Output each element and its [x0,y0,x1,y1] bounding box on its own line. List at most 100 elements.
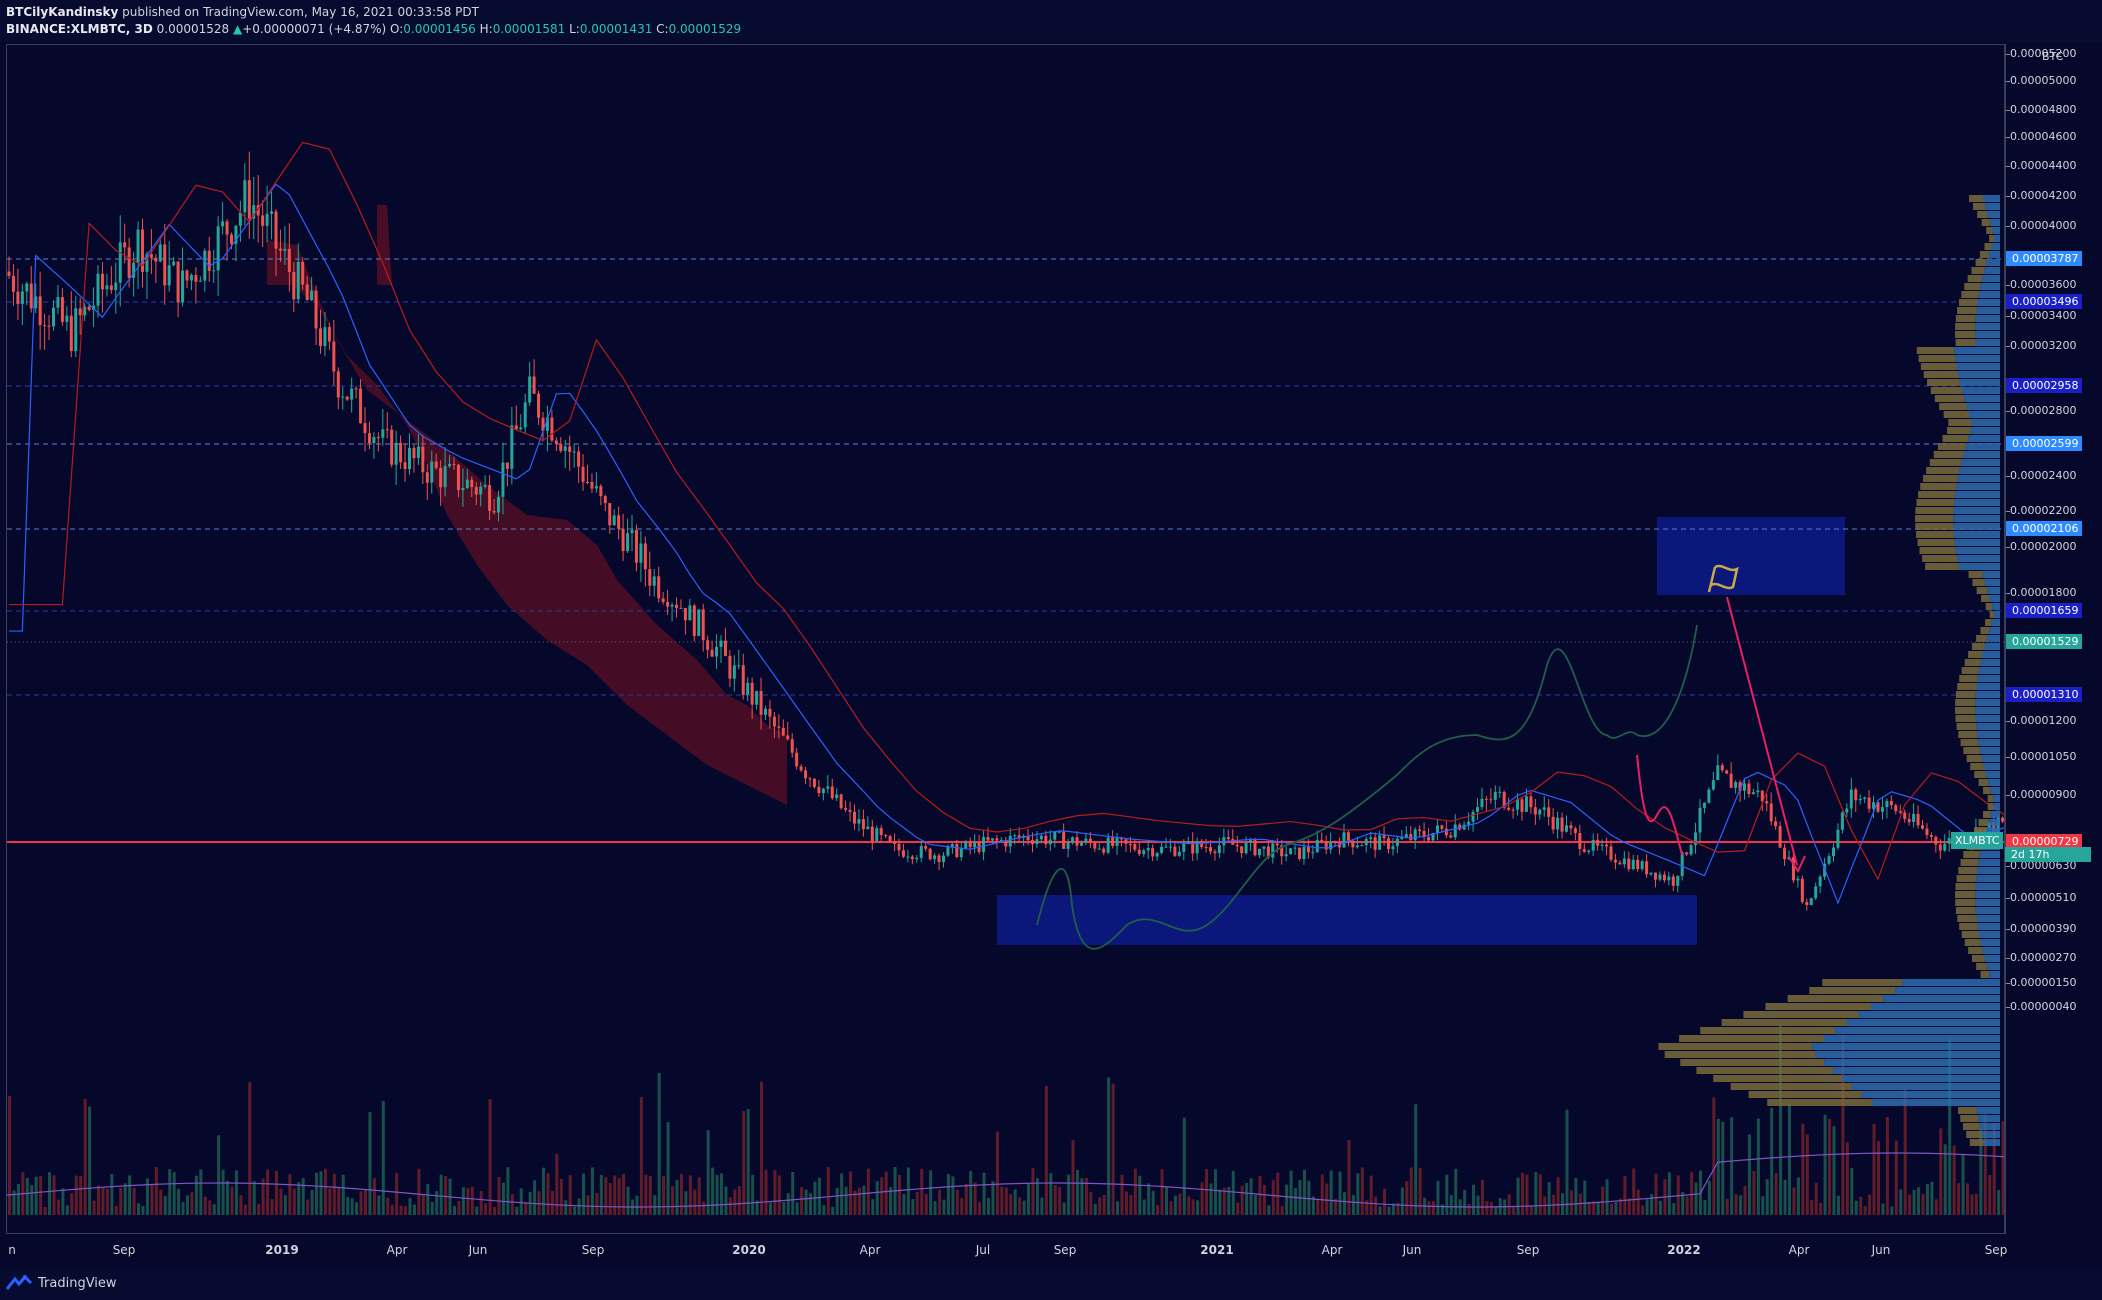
volume-profile-down-bar [1962,1123,1980,1130]
candle-body [826,786,830,789]
tradingview-logo[interactable]: TradingView [6,1275,117,1291]
volume-bar [355,1202,359,1215]
volume-bar [840,1173,844,1215]
volume-bar [1329,1170,1333,1215]
volume-bar [1191,1199,1195,1215]
volume-profile-up-bar [1980,939,2000,946]
candle-body [1783,847,1787,860]
volume-bar [559,1178,563,1215]
candle-body [1298,847,1301,860]
volume-bar [1374,1196,1378,1215]
volume-bar [315,1172,319,1215]
chart-canvas[interactable] [7,45,2005,1234]
candle-body [479,486,483,495]
volume-bar [1276,1172,1280,1215]
volume-profile-up-bar [1991,243,2000,250]
candle-body [750,682,754,705]
candle-body [1667,876,1671,881]
candle-body [839,794,843,809]
volume-bar [599,1175,603,1215]
candle-body [599,486,603,497]
volume-bar [728,1197,732,1215]
candle-body [221,221,225,227]
candle-body [577,451,581,467]
volume-bar [590,1167,594,1215]
candle-body [1720,765,1724,771]
candle-body [1413,829,1417,841]
candle-body [621,528,625,552]
price-change: +0.00000071 (+4.87%) [242,22,387,36]
published-text: published on TradingView.com, May 16, 20… [122,5,479,19]
volume-profile-up-bar [1970,427,2000,434]
candle-body [1863,797,1867,799]
volume-bar [1605,1179,1609,1215]
volume-profile-up-bar [1994,235,2000,242]
volume-profile-down-bar [1967,275,1983,282]
candle-body [697,609,701,636]
author-name[interactable]: BTCilyKandinsky [6,5,118,19]
volume-bar [97,1185,100,1215]
volume-bar [177,1188,181,1215]
candle-body [603,496,607,504]
volume-profile-up-bar [1991,619,2000,626]
candle-body [790,739,794,753]
volume-bar [969,1170,973,1215]
price-tick-label: 0.00004400 [2006,159,2076,173]
volume-bar [1587,1201,1591,1215]
volume-bar [266,1169,270,1215]
volume-bar [306,1199,310,1215]
volume-profile-down-bar [1971,955,1985,962]
candle-body [1231,839,1235,845]
volume-profile-down-bar [1980,971,1990,978]
target-arrow-line [1726,596,1798,866]
candle-body [381,429,385,438]
candle-body [1364,839,1368,846]
candle-body [1008,835,1012,847]
volume-bar [1302,1169,1306,1215]
candle-body [43,325,47,327]
volume-bar [350,1198,354,1215]
candle-body [884,835,888,837]
volume-profile-down-bar [1955,315,1976,322]
candle-body [1355,845,1359,848]
volume-profile-down-bar [1972,203,1986,210]
candle-body [292,272,296,300]
volume-bar [1828,1118,1832,1215]
chart-header: BTCilyKandinsky published on TradingView… [0,0,2102,42]
volume-profile-down-bar [1748,1091,1862,1098]
volume-bar [1000,1186,1004,1215]
volume-bar [310,1190,314,1215]
chart-pane[interactable] [6,44,2005,1234]
tradingview-brand: TradingView [38,1275,117,1291]
volume-profile-down-bar [1955,699,1976,706]
candle-body [1734,782,1738,788]
level-price-label: 0.00003496 [2006,294,2083,309]
candle-body [230,234,233,244]
candle-body [866,826,870,830]
candle-body [888,836,892,842]
price-axis[interactable]: BTC 0.00005200 0.00005000 0.00004800 0.0000… [2005,44,2102,1234]
volume-bar [782,1202,786,1215]
volume-bar [982,1172,986,1215]
price-tick-label: 0.00000270 [2006,951,2076,965]
volume-profile-up-bar [1851,1083,2000,1090]
time-axis[interactable]: n Sep 2019 Apr Jun Sep 2020 Apr Jul Sep 2021 Apr Jun… [6,1234,2007,1264]
volume-bar [1258,1176,1262,1215]
symbol-label[interactable]: BINANCE:XLMBTC, 3D [6,22,153,36]
candle-body [1582,849,1586,852]
volume-profile-up-bar [1989,595,2000,602]
candle-body [394,442,398,465]
volume-bar [644,1174,648,1215]
volume-profile-up-bar [1815,1051,2000,1058]
candle-body [158,244,162,262]
volume-profile-up-bar [1954,347,2000,354]
candle-body [1346,832,1350,841]
level-price-label: 0.00002599 [2006,436,2083,451]
candle-body [29,283,33,309]
volume-profile-up-bar [1978,739,2000,746]
volume-bar [809,1193,812,1215]
time-tick-label: 2019 [265,1243,299,1257]
volume-bar [1819,1202,1823,1215]
price-tick-label: 0.00003400 [2006,309,2076,323]
volume-bar [1908,1194,1912,1215]
